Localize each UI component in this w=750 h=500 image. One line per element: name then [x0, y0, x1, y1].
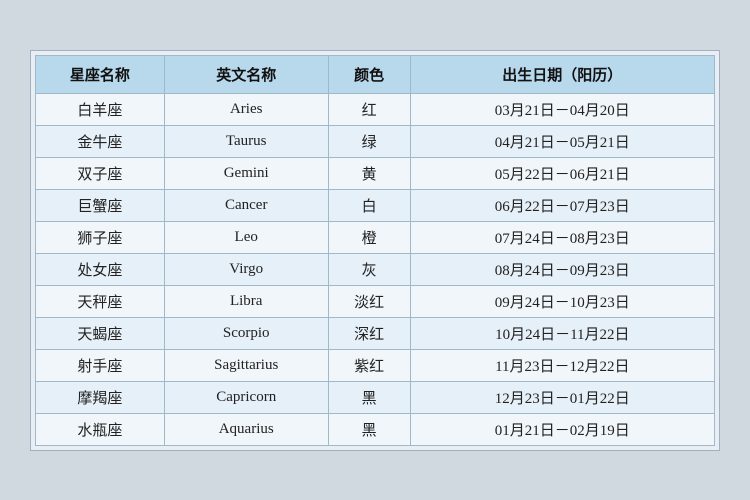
cell-chinese-name: 狮子座 [36, 221, 165, 253]
table-row: 射手座Sagittarius紫红11月23日－12月22日 [36, 349, 715, 381]
cell-dates: 10月24日－11月22日 [410, 317, 714, 349]
cell-dates: 08月24日－09月23日 [410, 253, 714, 285]
cell-color: 黑 [328, 381, 410, 413]
cell-chinese-name: 射手座 [36, 349, 165, 381]
cell-dates: 06月22日－07月23日 [410, 189, 714, 221]
cell-dates: 09月24日－10月23日 [410, 285, 714, 317]
table-row: 巨蟹座Cancer白06月22日－07月23日 [36, 189, 715, 221]
cell-chinese-name: 巨蟹座 [36, 189, 165, 221]
zodiac-table-container: 星座名称 英文名称 颜色 出生日期（阳历） 白羊座Aries红03月21日－04… [30, 50, 720, 451]
table-row: 双子座Gemini黄05月22日－06月21日 [36, 157, 715, 189]
cell-color: 紫红 [328, 349, 410, 381]
cell-dates: 03月21日－04月20日 [410, 93, 714, 125]
cell-dates: 07月24日－08月23日 [410, 221, 714, 253]
cell-color: 绿 [328, 125, 410, 157]
col-header-color: 颜色 [328, 55, 410, 93]
cell-english-name: Libra [164, 285, 328, 317]
cell-color: 白 [328, 189, 410, 221]
zodiac-table: 星座名称 英文名称 颜色 出生日期（阳历） 白羊座Aries红03月21日－04… [35, 55, 715, 446]
cell-english-name: Taurus [164, 125, 328, 157]
cell-color: 橙 [328, 221, 410, 253]
cell-chinese-name: 双子座 [36, 157, 165, 189]
cell-chinese-name: 水瓶座 [36, 413, 165, 445]
table-row: 摩羯座Capricorn黑12月23日－01月22日 [36, 381, 715, 413]
cell-dates: 11月23日－12月22日 [410, 349, 714, 381]
col-header-english: 英文名称 [164, 55, 328, 93]
cell-color: 深红 [328, 317, 410, 349]
table-header-row: 星座名称 英文名称 颜色 出生日期（阳历） [36, 55, 715, 93]
cell-chinese-name: 处女座 [36, 253, 165, 285]
cell-dates: 01月21日－02月19日 [410, 413, 714, 445]
cell-english-name: Capricorn [164, 381, 328, 413]
table-row: 处女座Virgo灰08月24日－09月23日 [36, 253, 715, 285]
cell-english-name: Sagittarius [164, 349, 328, 381]
cell-chinese-name: 天秤座 [36, 285, 165, 317]
cell-dates: 12月23日－01月22日 [410, 381, 714, 413]
cell-chinese-name: 白羊座 [36, 93, 165, 125]
cell-dates: 05月22日－06月21日 [410, 157, 714, 189]
cell-english-name: Scorpio [164, 317, 328, 349]
cell-chinese-name: 金牛座 [36, 125, 165, 157]
cell-chinese-name: 摩羯座 [36, 381, 165, 413]
cell-color: 灰 [328, 253, 410, 285]
table-row: 金牛座Taurus绿04月21日－05月21日 [36, 125, 715, 157]
col-header-chinese: 星座名称 [36, 55, 165, 93]
cell-english-name: Virgo [164, 253, 328, 285]
cell-color: 淡红 [328, 285, 410, 317]
table-row: 狮子座Leo橙07月24日－08月23日 [36, 221, 715, 253]
table-row: 天蝎座Scorpio深红10月24日－11月22日 [36, 317, 715, 349]
col-header-dates: 出生日期（阳历） [410, 55, 714, 93]
table-row: 天秤座Libra淡红09月24日－10月23日 [36, 285, 715, 317]
cell-dates: 04月21日－05月21日 [410, 125, 714, 157]
cell-english-name: Cancer [164, 189, 328, 221]
cell-color: 黄 [328, 157, 410, 189]
table-row: 水瓶座Aquarius黑01月21日－02月19日 [36, 413, 715, 445]
cell-english-name: Leo [164, 221, 328, 253]
cell-color: 黑 [328, 413, 410, 445]
cell-color: 红 [328, 93, 410, 125]
cell-english-name: Gemini [164, 157, 328, 189]
table-row: 白羊座Aries红03月21日－04月20日 [36, 93, 715, 125]
cell-english-name: Aries [164, 93, 328, 125]
cell-chinese-name: 天蝎座 [36, 317, 165, 349]
cell-english-name: Aquarius [164, 413, 328, 445]
